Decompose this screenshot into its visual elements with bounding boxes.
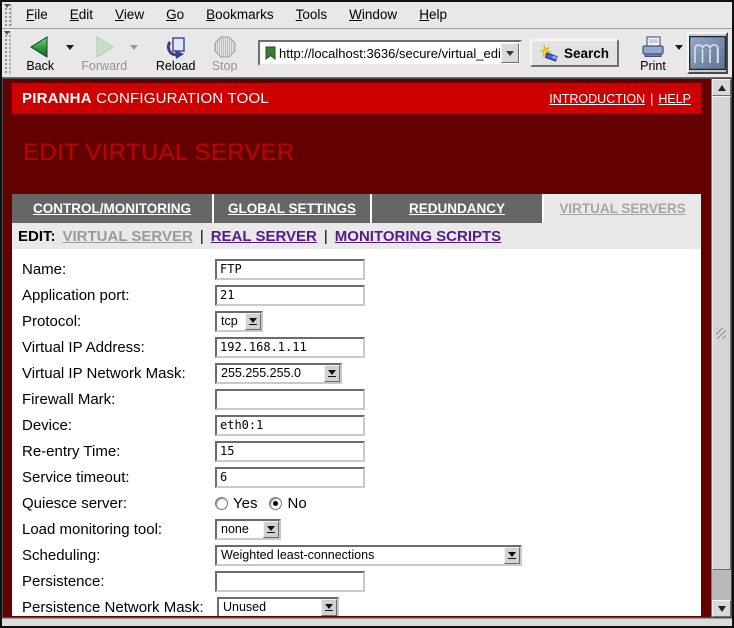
virtual-ip-field[interactable]	[215, 337, 365, 358]
forward-icon	[92, 34, 116, 59]
device-field[interactable]	[215, 415, 365, 436]
protocol-select[interactable]: tcp	[215, 311, 263, 332]
form-row: Persistence:	[22, 568, 701, 594]
menu-edit[interactable]: Edit	[59, 3, 104, 27]
menu-tools[interactable]: Tools	[285, 3, 339, 27]
url-input[interactable]	[278, 46, 501, 61]
form-row: Virtual IP Address:	[22, 334, 701, 360]
help-link[interactable]: HELP	[658, 92, 691, 106]
tab-virtual-servers[interactable]: VIRTUAL SERVERS	[544, 194, 701, 223]
mozilla-logo-icon	[689, 36, 726, 70]
quiesce-no-radio[interactable]	[269, 497, 282, 510]
url-bar	[258, 40, 522, 66]
reload-button[interactable]: Reload	[152, 31, 199, 75]
mozilla-logo-button[interactable]	[687, 32, 728, 74]
subnav-prefix: EDIT:	[18, 228, 56, 245]
subnav-monitoring-scripts-link[interactable]: MONITORING SCRIPTS	[335, 228, 501, 245]
url-history-dropdown[interactable]	[501, 43, 519, 63]
forward-dropdown-caret[interactable]	[130, 45, 138, 50]
menu-file[interactable]: File	[15, 3, 59, 27]
vertical-scrollbar	[711, 79, 731, 617]
browser-window: File Edit View Go Bookmarks Tools Window…	[0, 0, 734, 628]
form-row: Persistence Network Mask: Unused	[22, 594, 701, 616]
piranha-header-bar: PIRANHA CONFIGURATION TOOL INTRODUCTION …	[12, 83, 701, 114]
menu-go[interactable]: Go	[155, 3, 195, 27]
back-icon	[28, 34, 52, 59]
select-arrow-icon	[324, 365, 340, 382]
select-arrow-icon	[263, 521, 279, 538]
form-row: Load monitoring tool: none	[22, 516, 701, 542]
stop-button[interactable]: Stop	[201, 31, 248, 75]
form-row: Firewall Mark:	[22, 386, 701, 412]
quiesce-yes-radio[interactable]	[215, 497, 228, 510]
form-row: Device:	[22, 412, 701, 438]
back-dropdown-caret[interactable]	[66, 45, 74, 50]
piranha-brand: PIRANHA CONFIGURATION TOOL	[22, 90, 269, 107]
subnav-virtual-server-current: VIRTUAL SERVER	[63, 228, 193, 245]
form-row: Application port:	[22, 282, 701, 308]
form-row: Re-entry Time:	[22, 438, 701, 464]
tab-global-settings[interactable]: GLOBAL SETTINGS	[214, 194, 372, 223]
load-monitoring-select[interactable]: none	[215, 519, 281, 540]
select-arrow-icon	[321, 599, 337, 616]
subnav-real-server-link[interactable]: REAL SERVER	[211, 228, 317, 245]
page-proxy-icon[interactable]	[263, 46, 278, 61]
main-tabs: CONTROL/MONITORING GLOBAL SETTINGS REDUN…	[12, 194, 701, 223]
tab-redundancy[interactable]: REDUNDANCY	[372, 194, 544, 223]
reentry-time-field[interactable]	[215, 441, 365, 462]
print-dropdown-caret[interactable]	[675, 45, 683, 50]
firewall-mark-field[interactable]	[215, 389, 365, 410]
form-row: Service timeout:	[22, 464, 701, 490]
window-bottom-frame	[2, 618, 732, 624]
tab-control-monitoring[interactable]: CONTROL/MONITORING	[12, 194, 214, 223]
form-row: Virtual IP Network Mask: 255.255.255.0	[22, 360, 701, 386]
select-arrow-icon	[504, 547, 520, 564]
persistence-netmask-select[interactable]: Unused	[217, 597, 339, 617]
navigation-toolbar: Back Forward	[2, 29, 732, 78]
virtual-server-form: Name: Application port: Protocol: tcp Vi…	[12, 249, 701, 616]
scrollbar-thumb[interactable]	[712, 96, 731, 570]
name-field[interactable]	[215, 259, 365, 280]
form-row: Protocol: tcp	[22, 308, 701, 334]
toolbar-grippy[interactable]	[3, 31, 11, 75]
scheduling-select[interactable]: Weighted least-connections	[215, 545, 522, 566]
application-port-field[interactable]	[215, 285, 365, 306]
menu-bookmarks[interactable]: Bookmarks	[195, 3, 285, 27]
back-button[interactable]: Back	[14, 31, 66, 75]
introduction-link[interactable]: INTRODUCTION	[549, 92, 645, 106]
arrow-up-icon	[718, 85, 726, 91]
toolbar-grippy[interactable]	[3, 4, 12, 26]
menu-view[interactable]: View	[104, 3, 155, 27]
piranha-page: PIRANHA CONFIGURATION TOOL INTRODUCTION …	[3, 79, 711, 617]
reload-icon	[164, 34, 188, 59]
print-icon	[640, 34, 666, 59]
select-arrow-icon	[245, 313, 261, 330]
search-button[interactable]: Search	[530, 39, 619, 67]
page-title: EDIT VIRTUAL SERVER	[23, 139, 701, 167]
persistence-field[interactable]	[215, 571, 365, 592]
print-button[interactable]: Print	[631, 31, 675, 75]
service-timeout-field[interactable]	[215, 467, 365, 488]
menu-bar: File Edit View Go Bookmarks Tools Window…	[2, 2, 732, 29]
menu-help[interactable]: Help	[408, 3, 458, 27]
scroll-down-button[interactable]	[712, 600, 731, 617]
virtual-ip-netmask-select[interactable]: 255.255.255.0	[215, 363, 342, 384]
form-row: Scheduling: Weighted least-connections	[22, 542, 701, 568]
forward-button[interactable]: Forward	[78, 31, 130, 75]
header-link-separator: |	[650, 92, 653, 106]
search-icon	[540, 44, 560, 62]
arrow-down-icon	[718, 606, 726, 612]
edit-subnav: EDIT: VIRTUAL SERVER | REAL SERVER | MON…	[12, 223, 701, 249]
menu-window[interactable]: Window	[338, 3, 408, 27]
form-row: Quiesce server: Yes No	[22, 490, 701, 516]
browser-content-area: PIRANHA CONFIGURATION TOOL INTRODUCTION …	[2, 78, 732, 618]
stop-icon	[213, 34, 237, 59]
form-row: Name:	[22, 256, 701, 282]
scroll-up-button[interactable]	[712, 79, 731, 96]
